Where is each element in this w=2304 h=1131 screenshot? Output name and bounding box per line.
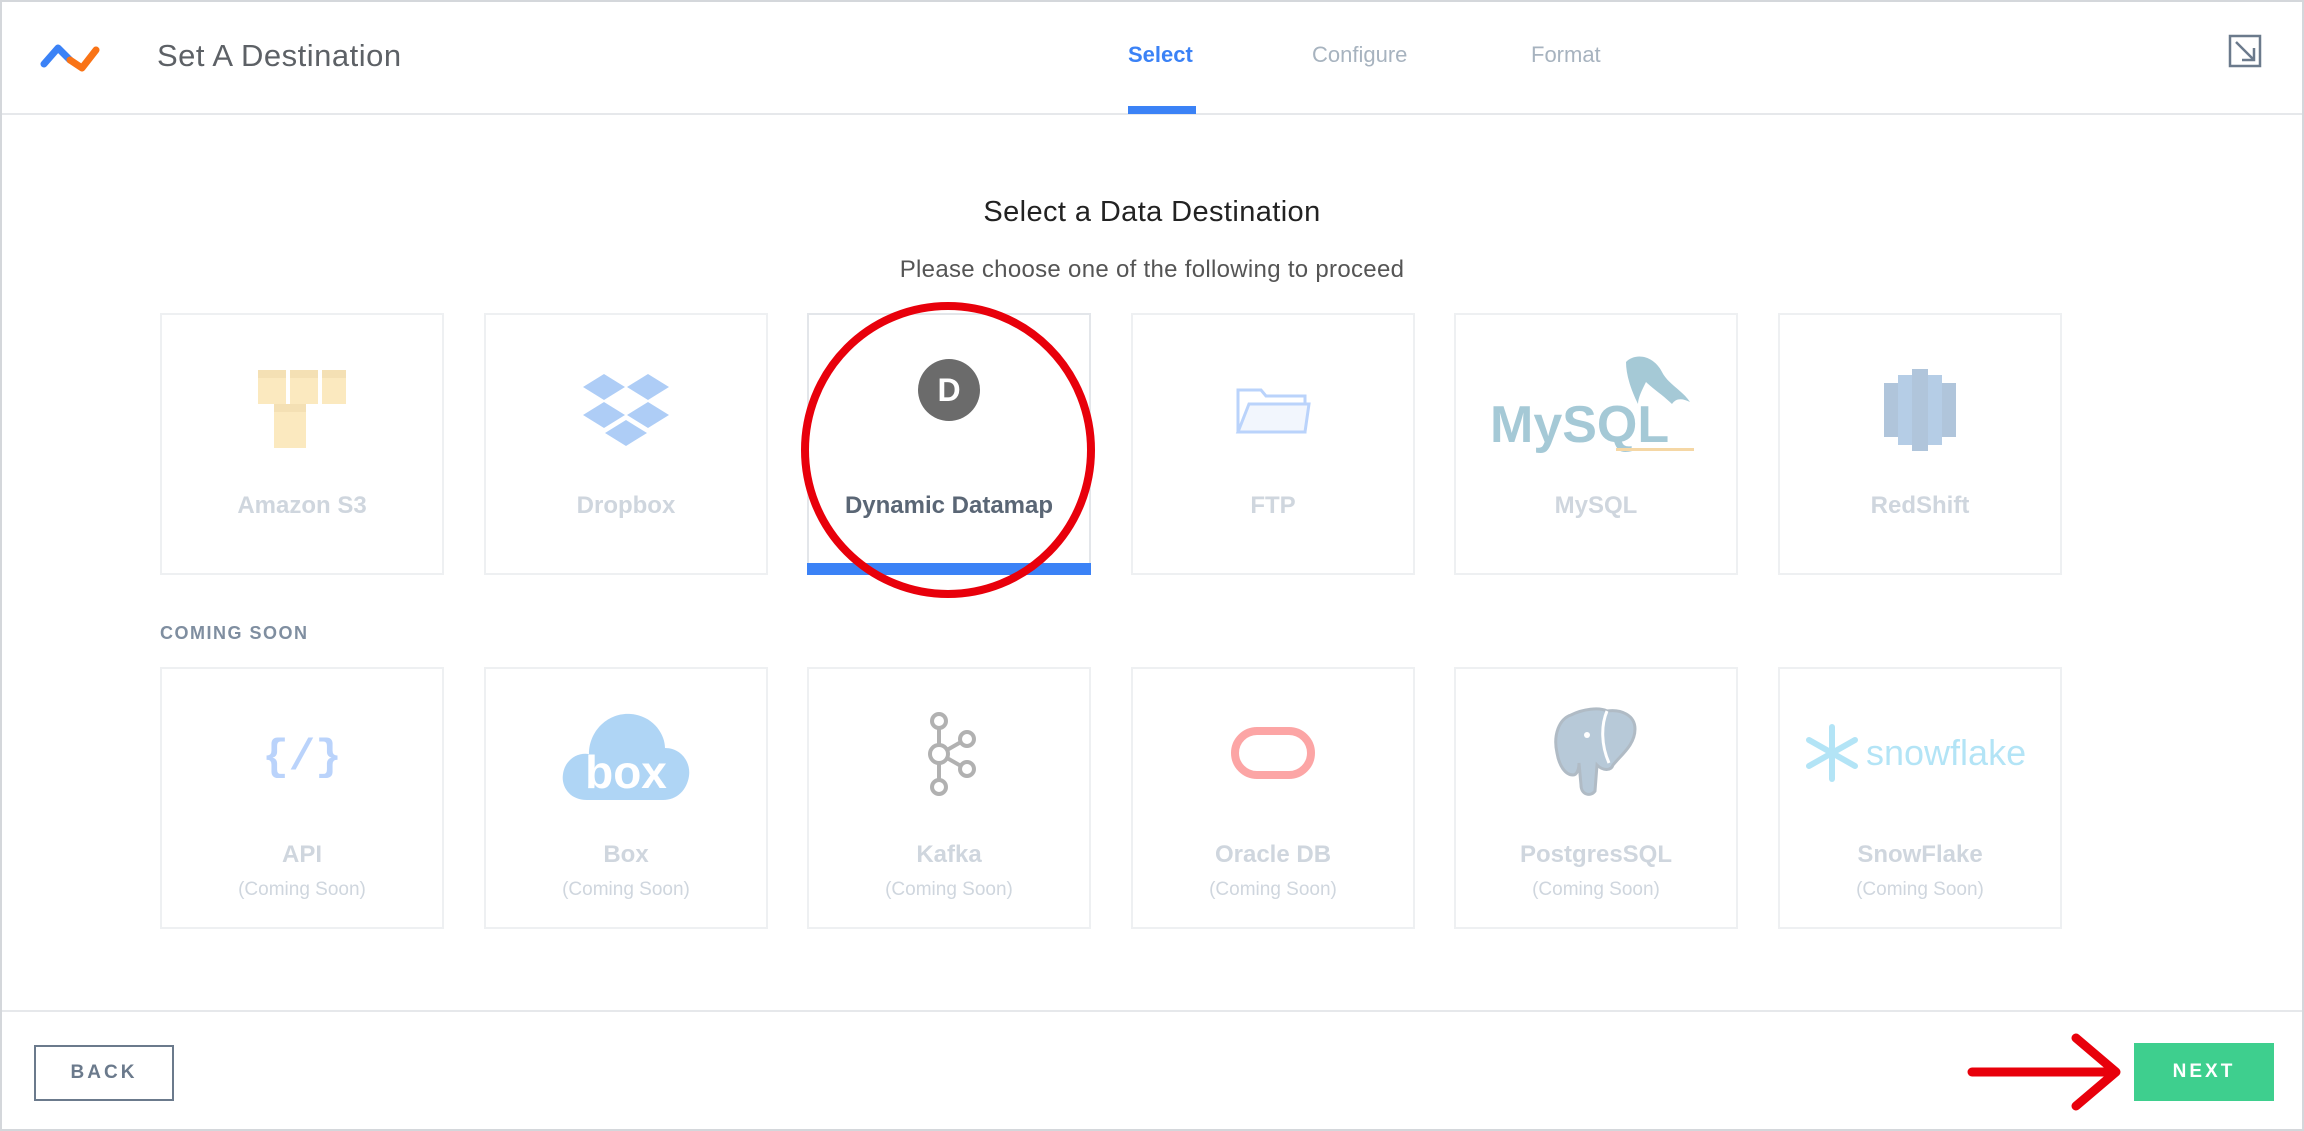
tab-format[interactable]: Format <box>1531 42 1601 68</box>
folder-icon <box>1235 388 1311 434</box>
annotation-arrow <box>1967 1033 2121 1111</box>
back-button[interactable]: BACK <box>34 1045 174 1101</box>
next-button[interactable]: NEXT <box>2134 1043 2274 1101</box>
card-sublabel: (Coming Soon) <box>885 879 1013 900</box>
svg-text:snowflake: snowflake <box>1866 732 2026 773</box>
kafka-icon <box>928 712 976 796</box>
postgres-elephant-icon <box>1554 707 1637 796</box>
app-logo-icon <box>40 44 100 72</box>
oracle-icon <box>1231 727 1315 779</box>
destination-card-dropbox[interactable]: Dropbox <box>484 313 768 575</box>
card-label: RedShift <box>1870 492 1970 519</box>
destination-card-oracle-db: Oracle DB (Coming Soon) <box>1131 667 1415 929</box>
card-label: PostgresSQL <box>1519 841 1673 868</box>
mysql-logo: MySQL <box>1490 356 1694 454</box>
section-heading: Select a Data Destination <box>983 196 1321 228</box>
card-sublabel: (Coming Soon) <box>562 879 690 900</box>
destination-card-dynamic-datamap[interactable]: D Dynamic Datamap <box>807 313 1091 575</box>
destination-card-amazon-s3[interactable]: Amazon S3 <box>160 313 444 575</box>
redshift-icon <box>1884 369 1956 451</box>
dropbox-icon <box>583 374 669 446</box>
destination-card-snowflake: snowflake SnowFlake (Coming Soon) <box>1778 667 2062 929</box>
card-label: API <box>281 841 322 868</box>
svg-text:MySQL: MySQL <box>1490 396 1669 454</box>
tab-select[interactable]: Select <box>1128 42 1193 68</box>
d-circle-icon: D <box>918 359 980 421</box>
snowflake-icon: snowflake <box>1806 724 2026 782</box>
svg-text:{/}: {/} <box>262 733 341 783</box>
page-title: Set A Destination <box>157 38 402 73</box>
card-label: Dropbox <box>576 492 676 519</box>
app-window: Set A Destination Select Configure Forma… <box>0 0 2304 1131</box>
footer-divider <box>2 1010 2302 1012</box>
card-label: Amazon S3 <box>237 492 367 519</box>
card-label: Kafka <box>916 841 982 868</box>
card-label: SnowFlake <box>1857 841 1983 868</box>
destination-card-mysql[interactable]: MySQL MySQL <box>1454 313 1738 575</box>
active-tab-indicator <box>1128 106 1196 114</box>
card-label: MySQL <box>1554 492 1638 519</box>
destination-card-api: {/} API (Coming Soon) <box>160 667 444 929</box>
header: Set A Destination Select Configure Forma… <box>2 2 2302 115</box>
card-sublabel: (Coming Soon) <box>1532 879 1660 900</box>
card-label: FTP <box>1250 492 1296 519</box>
card-sublabel: (Coming Soon) <box>238 879 366 900</box>
amazon-s3-icon <box>258 370 346 448</box>
section-subheading: Please choose one of the following to pr… <box>899 256 1405 283</box>
api-braces-icon: {/} <box>262 733 341 783</box>
destination-card-redshift[interactable]: RedShift <box>1778 313 2062 575</box>
coming-soon-heading: COMING SOON <box>160 623 309 643</box>
svg-text:D: D <box>937 372 960 408</box>
card-label: Box <box>603 841 649 868</box>
card-label: Oracle DB <box>1214 841 1332 868</box>
selected-indicator <box>807 563 1091 575</box>
svg-text:box: box <box>585 746 667 798</box>
box-cloud-icon: box <box>562 713 690 800</box>
destination-card-box: box Box (Coming Soon) <box>484 667 768 929</box>
card-sublabel: (Coming Soon) <box>1856 879 1984 900</box>
destination-card-kafka: Kafka (Coming Soon) <box>807 667 1091 929</box>
card-sublabel: (Coming Soon) <box>1209 879 1337 900</box>
card-label: Dynamic Datamap <box>844 492 1054 519</box>
expand-icon[interactable] <box>2228 34 2262 68</box>
destination-card-postgressql: PostgresSQL (Coming Soon) <box>1454 667 1738 929</box>
destination-card-ftp[interactable]: FTP <box>1131 313 1415 575</box>
tab-configure[interactable]: Configure <box>1312 42 1407 68</box>
